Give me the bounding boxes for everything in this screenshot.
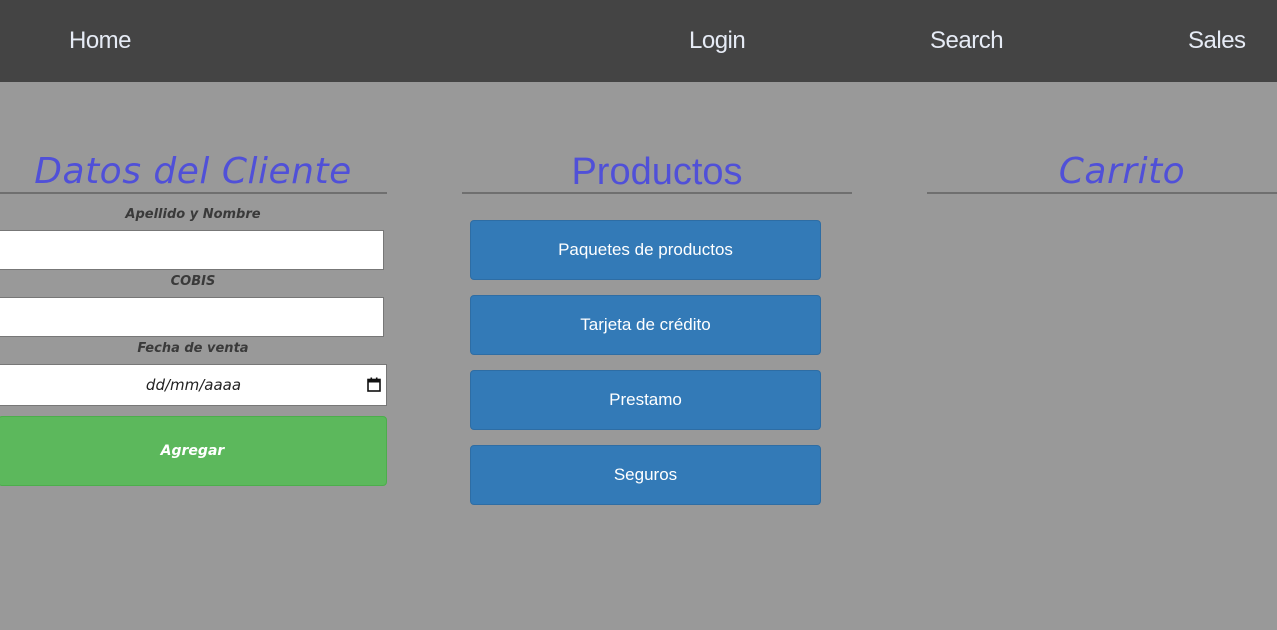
- cobis-input[interactable]: [0, 297, 384, 337]
- apellido-label: Apellido y Nombre: [125, 207, 261, 222]
- cliente-divider: [0, 192, 387, 194]
- fecha-venta-label: Fecha de venta: [137, 341, 249, 356]
- fecha-venta-placeholder: dd/mm/aaaa: [145, 376, 242, 394]
- nav-search-link[interactable]: Search: [930, 26, 1004, 56]
- fecha-venta-input[interactable]: dd/mm/aaaa: [0, 364, 387, 406]
- cliente-title: Datos del Cliente: [34, 151, 352, 192]
- carrito-divider: [927, 192, 1277, 194]
- apellido-nombre-input[interactable]: [0, 230, 384, 270]
- seguros-button[interactable]: Seguros: [470, 445, 821, 505]
- carrito-title: Carrito: [1058, 151, 1186, 192]
- nav-home-link[interactable]: Home: [69, 26, 132, 56]
- calendar-icon[interactable]: [367, 377, 381, 392]
- productos-title: Productos: [571, 151, 743, 193]
- navbar: Home Login Search Sales: [0, 0, 1277, 82]
- productos-divider: [462, 192, 852, 194]
- prestamo-button[interactable]: Prestamo: [470, 370, 821, 430]
- nav-sales-link[interactable]: Sales: [1188, 26, 1246, 56]
- paquetes-productos-button[interactable]: Paquetes de productos: [470, 220, 821, 280]
- agregar-button[interactable]: Agregar: [0, 416, 387, 486]
- cobis-label: COBIS: [170, 274, 216, 289]
- tarjeta-credito-button[interactable]: Tarjeta de crédito: [470, 295, 821, 355]
- nav-login-link[interactable]: Login: [689, 26, 746, 56]
